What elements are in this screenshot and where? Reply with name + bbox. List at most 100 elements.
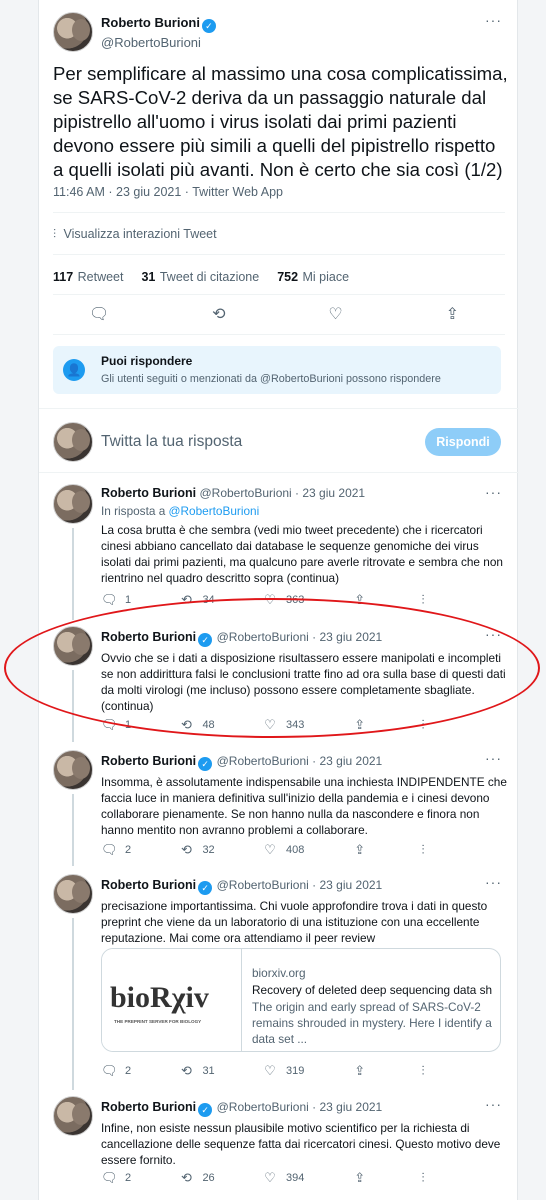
stat-retweets[interactable]: 117 Retweet — [53, 268, 123, 286]
divider — [53, 212, 505, 213]
notice-title: Puoi rispondere — [101, 354, 193, 368]
divider — [53, 254, 505, 255]
retweet-icon: ⟲ — [180, 1063, 192, 1078]
reply-action[interactable]: 🗨 2 — [101, 842, 131, 858]
divider — [39, 472, 519, 473]
share-action[interactable]: ⇪ — [352, 842, 368, 858]
reply-icon: 🗨 — [101, 1063, 118, 1078]
author-name[interactable]: Roberto Burioni — [101, 15, 200, 30]
divider — [53, 334, 505, 335]
retweet-action[interactable]: ⟲ 31 — [178, 1063, 215, 1079]
reply-icon[interactable]: 🗨 — [89, 306, 109, 324]
retweet-icon: ⟲ — [180, 842, 192, 857]
reply-tweet[interactable]: Roberto Burioni ✓ @RobertoBurioni · 23 gi… — [101, 752, 511, 838]
main-action-bar: 🗨 ⟲ ♡ ⇪ — [89, 306, 459, 324]
share-action[interactable]: ⇪ — [352, 1170, 368, 1186]
reply-tweet[interactable]: Roberto Burioni ✓ @RobertoBurioni · 23 gi… — [101, 1098, 511, 1168]
reply-icon: 🗨 — [101, 592, 118, 607]
like-action[interactable]: ♡ 319 — [262, 1063, 304, 1079]
stat-likes[interactable]: 752 Mi piace — [277, 268, 349, 286]
verified-icon: ✓ — [198, 757, 213, 771]
tweet-meta[interactable]: 11:46 AM · 23 giu 2021 · Twitter Web App — [53, 185, 283, 199]
reply-author-name[interactable]: Roberto Burioni — [101, 754, 196, 768]
share-icon: ⇪ — [354, 842, 366, 857]
thread-line — [72, 794, 74, 866]
card-title: Recovery of deleted deep sequencing data… — [252, 983, 492, 997]
retweet-action[interactable]: ⟲ 26 — [178, 1170, 215, 1186]
avatar[interactable] — [53, 874, 93, 914]
reply-text: precisazione importantissima. Chi vuole … — [101, 899, 488, 945]
share-icon: ⇪ — [354, 1063, 366, 1078]
analytics-label: Visualizza interazioni Tweet — [63, 227, 217, 241]
reply-text: Infine, non esiste nessun plausibile mot… — [101, 1121, 501, 1167]
analytics-action[interactable]: ⫶ — [415, 842, 431, 858]
verified-icon: ✓ — [198, 1103, 213, 1117]
avatar[interactable] — [53, 1096, 93, 1136]
reply-action[interactable]: 🗨 2 — [101, 1170, 131, 1186]
more-icon[interactable]: ··· — [485, 484, 502, 500]
card-domain: biorxiv.org — [252, 966, 306, 980]
share-icon[interactable]: ⇪ — [446, 306, 459, 324]
mention-link[interactable]: @RobertoBurioni — [169, 504, 260, 518]
reply-handle-date[interactable]: @RobertoBurioni · 23 giu 2021 — [199, 486, 365, 500]
stat-quotes[interactable]: 31 Tweet di citazione — [141, 268, 259, 286]
reply-button[interactable]: Rispondi — [425, 428, 501, 456]
reply-handle-date[interactable]: @RobertoBurioni · 23 giu 2021 — [217, 1100, 383, 1114]
like-action[interactable]: ♡ 394 — [262, 1170, 304, 1186]
share-icon: ⇪ — [354, 1170, 366, 1185]
notice-text: Gli utenti seguiti o menzionati da @Robe… — [101, 373, 441, 385]
analytics-action[interactable]: ⫶ — [415, 592, 431, 608]
like-icon[interactable]: ♡ — [328, 306, 342, 324]
composer-avatar — [53, 422, 93, 462]
reply-action[interactable]: 🗨 1 — [101, 592, 131, 608]
share-action[interactable]: ⇪ — [352, 1063, 368, 1079]
retweet-icon[interactable]: ⟲ — [212, 306, 225, 324]
analytics-icon: ⫶ — [421, 592, 425, 607]
reply-action[interactable]: 🗨 2 — [101, 1063, 131, 1079]
reply-tweet[interactable]: Roberto Burioni @RobertoBurioni · 23 giu… — [101, 486, 511, 586]
more-icon[interactable]: ··· — [485, 12, 502, 28]
more-icon[interactable]: ··· — [485, 1096, 502, 1112]
reply-tweet[interactable]: Roberto Burioni ✓ @RobertoBurioni · 23 gi… — [101, 876, 511, 946]
analytics-action[interactable]: ⫶ — [415, 1063, 431, 1079]
reply-icon: 🗨 — [101, 1170, 118, 1185]
author-handle[interactable]: @RobertoBurioni — [101, 35, 216, 50]
thread-line — [72, 528, 74, 620]
avatar[interactable] — [53, 12, 93, 52]
retweet-action[interactable]: ⟲ 32 — [178, 842, 215, 858]
reply-input[interactable]: Twitta la tua risposta — [101, 433, 242, 451]
reply-handle-date[interactable]: @RobertoBurioni · 23 giu 2021 — [217, 754, 383, 768]
card-description: The origin and early spread of SARS-CoV-… — [252, 1000, 492, 1046]
analytics-icon: ⫶ — [421, 1063, 425, 1078]
biorxiv-tagline: THE PREPRINT SERVER FOR BIOLOGY — [114, 1019, 202, 1024]
reply-action-bar: 🗨 2 ⟲ 32 ♡ 408 ⇪ ⫶ — [101, 842, 431, 858]
like-icon: ♡ — [264, 1063, 276, 1078]
card-logo: bioRχiv THE PREPRINT SERVER FOR BIOLOGY — [102, 949, 242, 1051]
biorxiv-logo: bioRχiv — [110, 981, 209, 1014]
reply-author-name[interactable]: Roberto Burioni — [101, 878, 196, 892]
more-icon[interactable]: ··· — [485, 750, 502, 766]
reply-text: Insomma, è assolutamente indispensabile … — [101, 775, 507, 837]
analytics-icon: ⫶ — [53, 227, 57, 241]
verified-icon: ✓ — [198, 881, 213, 895]
reply-action-bar: 🗨 2 ⟲ 26 ♡ 394 ⇪ ⫶ — [101, 1170, 431, 1186]
avatar[interactable] — [53, 750, 93, 790]
analytics-link[interactable]: ⫶ Visualizza interazioni Tweet — [53, 227, 217, 242]
avatar[interactable] — [53, 484, 93, 524]
like-action[interactable]: ♡ 408 — [262, 842, 304, 858]
verified-icon: ✓ — [201, 19, 216, 33]
tweet-stats: 117 Retweet 31 Tweet di citazione 752 Mi… — [53, 268, 349, 286]
link-preview-card[interactable]: bioRχiv THE PREPRINT SERVER FOR BIOLOGY … — [101, 948, 501, 1052]
reply-text: La cosa brutta è che sembra (vedi mio tw… — [101, 523, 503, 585]
divider — [53, 294, 505, 295]
analytics-icon: ⫶ — [421, 1170, 425, 1185]
more-icon[interactable]: ··· — [485, 874, 502, 890]
reply-author-name[interactable]: Roberto Burioni — [101, 1100, 196, 1114]
reply-icon: 🗨 — [101, 842, 118, 857]
red-highlight-annotation — [4, 598, 540, 738]
reply-handle-date[interactable]: @RobertoBurioni · 23 giu 2021 — [217, 878, 383, 892]
thread-line — [72, 918, 74, 1090]
analytics-icon: ⫶ — [421, 842, 425, 857]
analytics-action[interactable]: ⫶ — [415, 1170, 431, 1186]
reply-author-name[interactable]: Roberto Burioni — [101, 486, 196, 500]
